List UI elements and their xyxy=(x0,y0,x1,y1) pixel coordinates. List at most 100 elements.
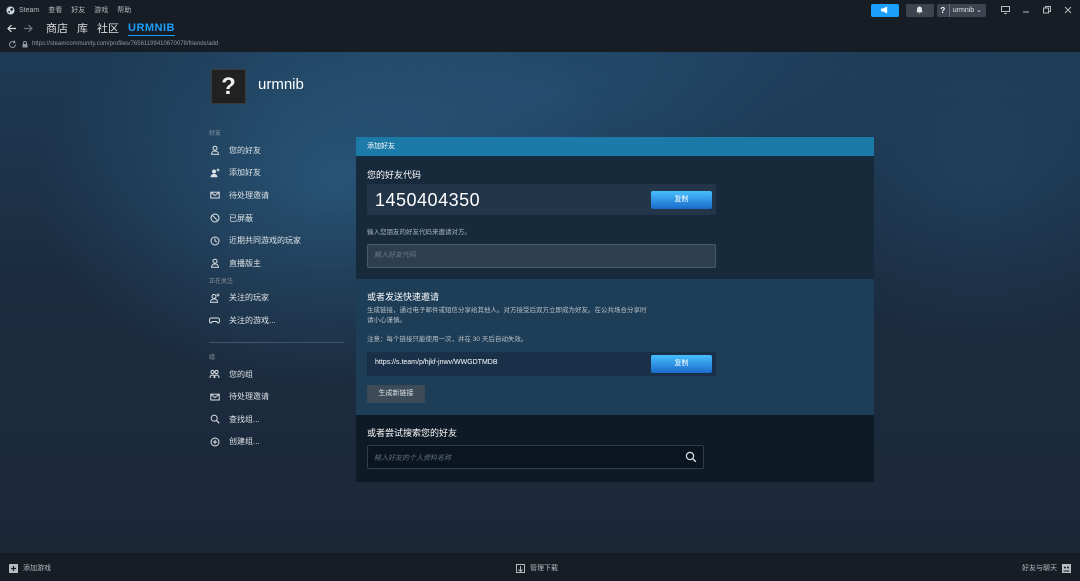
manage-downloads-button[interactable]: 管理下载 xyxy=(516,563,558,573)
friend-code-title: 您的好友代码 xyxy=(367,170,422,180)
copy-link-button[interactable]: 复制 xyxy=(651,355,712,373)
main-content: ? urmnib 好友 您的好友 添加好友 待处理邀请 已屏蔽 近期共同游戏的玩… xyxy=(0,52,1080,553)
sidebar-item-recently-played[interactable]: 近期共同游戏的玩家 xyxy=(205,229,345,252)
sidebar-header-friends: 好友 xyxy=(209,131,222,137)
sidebar-item-your-groups[interactable]: 您的组 xyxy=(205,363,345,386)
sidebar-item-broadcast-moderators[interactable]: 直播版主 xyxy=(205,252,345,275)
sidebar-item-label: 近期共同游戏的玩家 xyxy=(229,236,301,246)
friend-search-input[interactable]: 输入好友的个人资料名称 xyxy=(367,445,704,469)
sidebar-item-find-groups[interactable]: 查找组... xyxy=(205,408,345,431)
user-menu[interactable]: ? urmnib ⌄ xyxy=(936,3,986,17)
forward-button[interactable] xyxy=(22,22,34,34)
tab-library[interactable]: 库 xyxy=(77,20,88,36)
tab-profile[interactable]: URMNIB xyxy=(128,22,175,37)
minimize-button[interactable] xyxy=(1017,3,1035,17)
search-icon xyxy=(209,414,220,425)
add-game-button[interactable]: 添加游戏 xyxy=(9,563,51,573)
restore-icon xyxy=(1043,6,1051,14)
back-button[interactable] xyxy=(6,22,18,34)
sidebar-divider xyxy=(209,341,344,343)
manage-downloads-label: 管理下载 xyxy=(530,565,558,572)
sidebar-item-blocked[interactable]: 已屏蔽 xyxy=(205,207,345,230)
plus-square-icon xyxy=(9,563,18,573)
sidebar-item-create-group[interactable]: 创建组... xyxy=(205,431,345,454)
friend-code-input[interactable]: 输入好友代码 xyxy=(367,244,716,268)
add-game-label: 添加游戏 xyxy=(23,565,51,572)
quick-invite-note: 注意：每个链接只能使用一次，并在 30 天后自动失效。 xyxy=(367,336,528,343)
copy-code-button[interactable]: 复制 xyxy=(651,191,712,209)
reload-icon xyxy=(8,39,16,48)
blocked-icon xyxy=(209,213,220,224)
url-bar: https://steamcommunity.com/profiles/7656… xyxy=(0,36,1080,52)
sidebar-item-label: 已屏蔽 xyxy=(229,213,253,223)
friends-chat-button[interactable]: 好友与聊天 xyxy=(1022,563,1071,573)
friend-code-box: 1450404350 复制 xyxy=(367,184,716,215)
add-friend-panel: 添加好友 您的好友代码 1450404350 复制 输入您朋友的好友代码来邀请对… xyxy=(356,137,874,482)
profile-name[interactable]: urmnib xyxy=(258,76,304,93)
person-add-icon xyxy=(209,167,220,178)
sidebar-item-label: 您的好友 xyxy=(229,145,261,155)
notifications-button[interactable] xyxy=(905,3,934,17)
restore-button[interactable] xyxy=(1038,3,1056,17)
sidebar-item-your-friends[interactable]: 您的好友 xyxy=(205,139,345,162)
sidebar-item-label: 创建组... xyxy=(229,437,260,447)
friend-code-hint: 输入您朋友的好友代码来邀请对方。 xyxy=(367,229,471,236)
steam-logo-icon[interactable] xyxy=(6,5,15,15)
clock-icon xyxy=(209,235,220,246)
friends-sidebar: 好友 您的好友 添加好友 待处理邀请 已屏蔽 近期共同游戏的玩家 直播版主 正在… xyxy=(205,129,345,453)
generate-link-button[interactable]: 生成新链接 xyxy=(367,385,425,403)
user-avatar-mini: ? xyxy=(940,5,946,15)
sidebar-item-label: 添加好友 xyxy=(229,168,261,178)
tab-store[interactable]: 商店 xyxy=(46,20,68,36)
url-text[interactable]: https://steamcommunity.com/profiles/7656… xyxy=(32,41,218,47)
sidebar-item-label: 关注的玩家 xyxy=(229,293,269,303)
close-button[interactable] xyxy=(1059,3,1077,17)
close-icon xyxy=(1064,6,1072,14)
avatar[interactable]: ? xyxy=(211,69,246,104)
sidebar-item-label: 您的组 xyxy=(229,369,253,379)
quick-invite-title: 或者发送快速邀请 xyxy=(367,292,440,302)
friends-chat-label: 好友与聊天 xyxy=(1022,565,1057,572)
bell-icon xyxy=(916,6,924,14)
megaphone-icon xyxy=(881,6,888,14)
menu-friends[interactable]: 好友 xyxy=(71,5,85,15)
tab-community[interactable]: 社区 xyxy=(97,20,119,36)
sidebar-item-followed-players[interactable]: 关注的玩家 xyxy=(205,287,345,310)
menu-view[interactable]: 查看 xyxy=(48,5,62,15)
lock-icon xyxy=(22,40,28,47)
sidebar-item-add-friend[interactable]: 添加好友 xyxy=(205,162,345,185)
minimize-icon xyxy=(1023,11,1029,13)
sidebar-item-followed-games[interactable]: 关注的游戏... xyxy=(205,309,345,332)
big-picture-button[interactable] xyxy=(996,3,1014,17)
chat-icon xyxy=(1062,563,1071,573)
search-placeholder: 输入好友的个人资料名称 xyxy=(374,455,451,462)
friend-code-section: 您的好友代码 1450404350 复制 输入您朋友的好友代码来邀请对方。 输入… xyxy=(356,156,874,279)
menu-help[interactable]: 帮助 xyxy=(117,5,131,15)
quick-invite-desc-line1: 生成链接，通过电子邮件或短信分享给其他人。对方接受后双方立即成为好友。在公共场合… xyxy=(367,307,647,314)
sidebar-item-pending-invites[interactable]: 待处理邀请 xyxy=(205,184,345,207)
search-friends-section: 或者尝试搜索您的好友 输入好友的个人资料名称 xyxy=(356,415,874,482)
gamepad-icon xyxy=(209,315,220,326)
bottom-bar: 添加游戏 管理下载 好友与聊天 xyxy=(0,553,1080,581)
navigation-bar: 商店 库 社区 URMNIB xyxy=(0,20,1080,37)
sidebar-item-label: 查找组... xyxy=(229,414,260,424)
sidebar-header-groups: 组 xyxy=(209,354,216,361)
invite-link-text[interactable]: https://s.team/p/hjkf-jnwv/WWGDTMDB xyxy=(375,359,498,366)
arrow-left-icon xyxy=(7,24,16,32)
quick-invite-desc-line2: 请小心谨慎。 xyxy=(367,317,406,324)
reload-button[interactable] xyxy=(6,38,18,50)
invite-link-box: https://s.team/p/hjkf-jnwv/WWGDTMDB 复制 xyxy=(367,352,716,376)
sidebar-item-label: 待处理邀请 xyxy=(229,190,269,200)
menu-steam[interactable]: Steam xyxy=(19,7,39,14)
menu-games[interactable]: 游戏 xyxy=(94,5,108,15)
group-icon xyxy=(209,369,220,380)
envelope-icon xyxy=(209,391,220,402)
friend-code-value[interactable]: 1450404350 xyxy=(375,190,480,211)
search-friends-title: 或者尝试搜索您的好友 xyxy=(367,428,458,438)
announcement-button[interactable] xyxy=(870,3,899,17)
search-icon[interactable] xyxy=(685,451,697,463)
download-icon xyxy=(516,563,525,573)
profile-header: ? urmnib xyxy=(211,69,304,104)
sidebar-item-label: 直播版主 xyxy=(229,258,261,268)
sidebar-item-group-invites[interactable]: 待处理邀请 xyxy=(205,385,345,408)
